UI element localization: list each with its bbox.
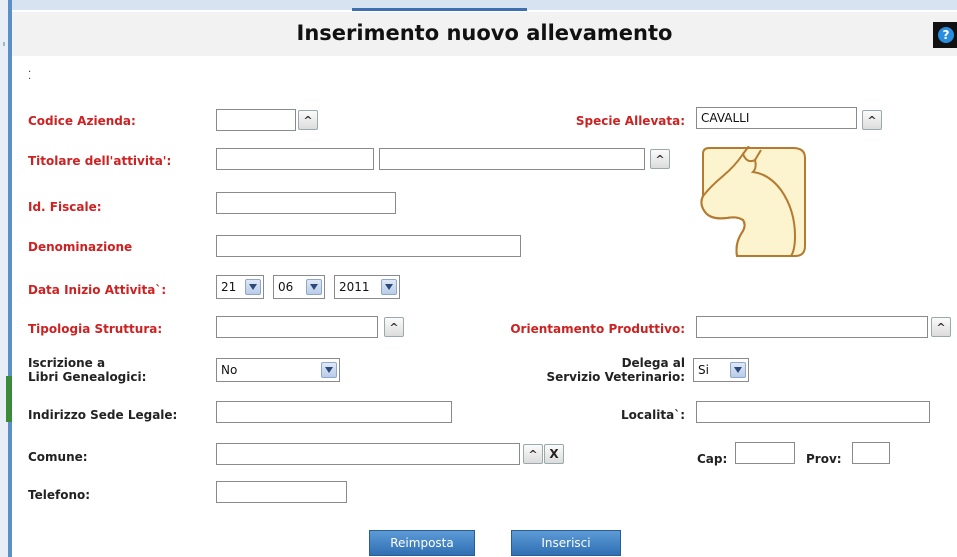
year-select[interactable]: 2011 bbox=[334, 275, 400, 299]
chevron-down-icon bbox=[381, 279, 397, 295]
tipologia-struttura-input[interactable] bbox=[216, 316, 378, 338]
delega-label-line1: Delega al bbox=[621, 356, 685, 370]
indirizzo-input[interactable] bbox=[216, 401, 452, 423]
orientamento-lookup-button[interactable]: ^ bbox=[931, 317, 951, 337]
top-frame bbox=[12, 0, 957, 11]
denominazione-input[interactable] bbox=[216, 235, 521, 257]
day-value: 21 bbox=[221, 280, 237, 294]
prov-input[interactable] bbox=[852, 442, 890, 464]
orientamento-produttivo-label: Orientamento Produttivo: bbox=[510, 322, 685, 336]
titolare-code-input[interactable] bbox=[216, 148, 374, 170]
cap-label: Cap: bbox=[697, 452, 728, 466]
iscrizione-label-line1: Iscrizione a bbox=[28, 356, 106, 370]
chevron-down-icon bbox=[245, 279, 261, 295]
day-select[interactable]: 21 bbox=[216, 275, 264, 299]
title-bar: Inserimento nuovo allevamento ? bbox=[12, 12, 957, 56]
specie-allevata-lookup-button[interactable]: ^ bbox=[862, 110, 882, 130]
specie-allevata-label: Specie Allevata: bbox=[575, 114, 685, 128]
localita-input[interactable] bbox=[696, 401, 930, 423]
chevron-down-icon bbox=[306, 279, 322, 295]
telefono-input[interactable] bbox=[216, 481, 347, 503]
denominazione-label: Denominazione bbox=[28, 240, 133, 254]
month-select[interactable]: 06 bbox=[273, 275, 325, 299]
reset-button[interactable]: Reimposta bbox=[369, 530, 475, 556]
horse-head-icon bbox=[700, 146, 806, 257]
prov-label: Prov: bbox=[806, 452, 842, 466]
year-value: 2011 bbox=[339, 280, 370, 294]
codice-azienda-lookup-button[interactable]: ^ bbox=[298, 110, 318, 130]
delega-label-line2: Servizio Veterinario: bbox=[546, 370, 685, 384]
codice-azienda-input[interactable] bbox=[216, 109, 296, 131]
id-fiscale-input[interactable] bbox=[216, 192, 396, 214]
tipologia-lookup-button[interactable]: ^ bbox=[384, 317, 404, 337]
telefono-label: Telefono: bbox=[28, 488, 91, 502]
localita-label: Localita`: bbox=[621, 408, 685, 422]
tipologia-struttura-label: Tipologia Struttura: bbox=[28, 322, 163, 336]
delega-label: Delega al Servizio Veterinario: bbox=[500, 356, 685, 384]
submit-button[interactable]: Inserisci bbox=[511, 530, 621, 556]
orientamento-produttivo-input[interactable] bbox=[696, 316, 928, 338]
month-value: 06 bbox=[278, 280, 294, 294]
delega-select[interactable]: Si bbox=[693, 358, 749, 382]
help-button[interactable]: ? bbox=[933, 22, 957, 48]
indirizzo-label: Indirizzo Sede Legale: bbox=[28, 408, 178, 422]
id-fiscale-label: Id. Fiscale: bbox=[28, 200, 102, 214]
titolare-lookup-button[interactable]: ^ bbox=[650, 149, 670, 169]
specie-allevata-input[interactable]: CAVALLI bbox=[696, 107, 857, 129]
codice-azienda-label: Codice Azienda: bbox=[28, 114, 136, 128]
delega-value: Si bbox=[698, 363, 709, 377]
comune-input[interactable] bbox=[216, 443, 520, 465]
left-accent-bar bbox=[8, 0, 12, 557]
dotted-marker: .. bbox=[28, 64, 32, 82]
iscrizione-value: No bbox=[221, 363, 238, 377]
left-frame bbox=[0, 0, 12, 557]
comune-label: Comune: bbox=[28, 450, 88, 464]
page-title: Inserimento nuovo allevamento bbox=[296, 21, 673, 45]
data-inizio-label: Data Inizio Attivita`: bbox=[28, 283, 167, 297]
comune-lookup-button[interactable]: ^ bbox=[523, 444, 543, 464]
iscrizione-select[interactable]: No bbox=[216, 358, 340, 382]
iscrizione-label-line2: Libri Genealogici: bbox=[28, 370, 147, 384]
side-tab[interactable] bbox=[6, 376, 12, 422]
titolare-name-input[interactable] bbox=[379, 148, 645, 170]
titolare-label: Titolare dell'attivita': bbox=[28, 154, 172, 168]
iscrizione-label: Iscrizione a Libri Genealogici: bbox=[28, 356, 146, 384]
frame-marker bbox=[3, 42, 5, 46]
chevron-down-icon bbox=[730, 362, 746, 378]
question-mark-icon: ? bbox=[938, 27, 954, 43]
top-nav-tab-indicator bbox=[352, 8, 527, 11]
cap-input[interactable] bbox=[735, 442, 795, 464]
chevron-down-icon bbox=[321, 362, 337, 378]
clear-icon[interactable]: X bbox=[544, 444, 564, 464]
